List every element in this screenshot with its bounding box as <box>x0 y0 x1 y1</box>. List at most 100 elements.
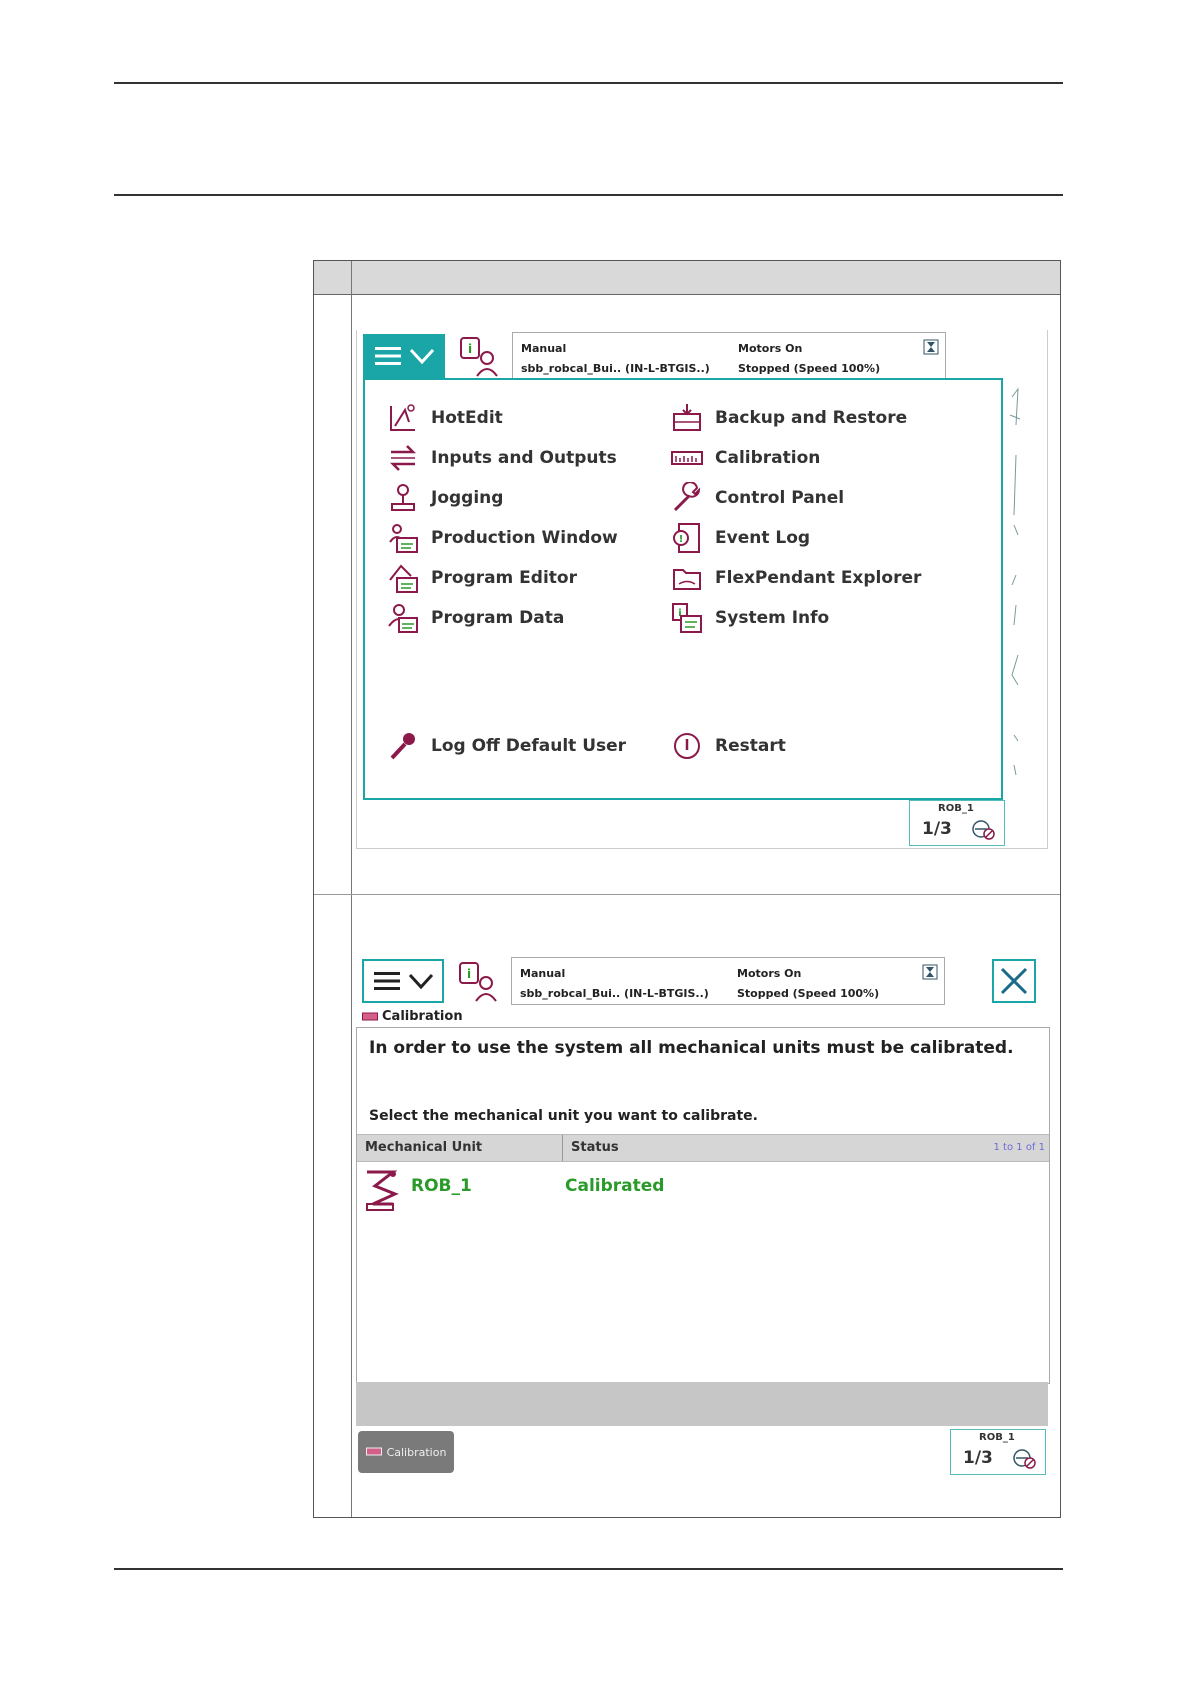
power-icon <box>674 733 700 759</box>
restart-button[interactable]: Restart <box>671 726 786 766</box>
menu-item-control-panel[interactable]: Control Panel <box>671 478 844 518</box>
program-data-icon <box>388 604 418 633</box>
footer-rule <box>114 1568 1063 1570</box>
hamburger-icon <box>374 972 400 990</box>
motors-state: Motors On <box>738 342 803 355</box>
menu-item-event-log[interactable]: ! Event Log <box>671 518 810 558</box>
menu-item-flexpendant-explorer[interactable]: FlexPendant Explorer <box>671 558 921 598</box>
wrench-icon <box>673 482 701 512</box>
header-rule-bottom <box>114 194 1063 196</box>
table-column-divider <box>351 261 352 1517</box>
main-menu-button[interactable] <box>363 334 445 378</box>
program-editor-icon <box>389 564 418 593</box>
close-icon <box>1000 967 1028 995</box>
chevron-down-icon <box>409 348 435 365</box>
log-off-button[interactable]: Log Off Default User <box>387 726 626 766</box>
hamburger-icon <box>375 347 401 365</box>
taskbar-label: Calibration <box>386 1445 447 1459</box>
menu-item-backup-restore[interactable]: Backup and Restore <box>671 398 907 438</box>
run-mode-icon <box>1013 1449 1036 1469</box>
main-menu-panel: HotEdit Inputs and Outputs Jogging Produ… <box>363 378 1003 800</box>
calibration-icon <box>362 1012 378 1020</box>
program-state: Stopped (Speed 100%) <box>737 987 880 1000</box>
system-name: sbb_robcal_Bui.. (IN-L-BTGIS..) <box>520 987 709 1000</box>
calibration-icon <box>365 1447 382 1456</box>
menu-item-inputs-outputs[interactable]: Inputs and Outputs <box>387 438 617 478</box>
header-rule-top <box>114 82 1063 84</box>
menu-item-label: Control Panel <box>715 488 845 508</box>
menu-item-production-window[interactable]: Production Window <box>387 518 618 558</box>
mechanical-unit-indicator[interactable]: ROB_1 1/3 <box>909 800 1005 846</box>
menu-item-hotedit[interactable]: HotEdit <box>387 398 503 438</box>
menu-item-label: Program Data <box>431 608 565 628</box>
command-bar <box>356 1382 1048 1426</box>
menu-item-label: Jogging <box>431 488 504 508</box>
key-icon <box>390 733 415 760</box>
motors-state: Motors On <box>737 967 802 980</box>
menu-item-program-editor[interactable]: Program Editor <box>387 558 577 598</box>
row-count: 1 to 1 of 1 <box>993 1142 1045 1153</box>
menu-item-label: Program Editor <box>431 568 577 588</box>
hourglass-icon <box>923 339 939 355</box>
table-row-divider <box>314 894 1060 895</box>
svg-text:i: i <box>467 967 471 981</box>
folder-icon <box>673 569 701 590</box>
menu-item-label: System Info <box>715 608 830 628</box>
window-title: Calibration <box>362 1009 463 1024</box>
svg-text:i: i <box>468 342 472 356</box>
row-status: Calibrated <box>565 1176 665 1196</box>
row-unit-name: ROB_1 <box>411 1176 472 1196</box>
menu-item-program-data[interactable]: Program Data <box>387 598 564 638</box>
robot-icon <box>366 1170 399 1211</box>
menu-item-system-info[interactable]: i System Info <box>671 598 829 638</box>
increment-fraction: 1/3 <box>963 1448 993 1468</box>
event-log-icon: ! <box>673 523 700 553</box>
increment-fraction: 1/3 <box>922 819 952 839</box>
svg-text:!: ! <box>679 534 684 545</box>
main-menu-button[interactable] <box>362 959 444 1003</box>
calibration-instruction: Select the mechanical unit you want to c… <box>369 1108 758 1124</box>
taskbar-calibration-button[interactable]: Calibration <box>358 1431 454 1473</box>
hourglass-icon <box>922 964 938 980</box>
table-row[interactable]: ROB_1 Calibrated <box>363 1166 1043 1212</box>
window-title-label: Calibration <box>382 1009 463 1024</box>
arrows-exchange-icon <box>389 445 417 471</box>
column-divider <box>562 1135 563 1161</box>
operator-window-button[interactable]: i <box>456 959 504 1003</box>
program-state: Stopped (Speed 100%) <box>738 362 881 375</box>
log-off-label: Log Off Default User <box>431 736 627 756</box>
joystick-icon <box>391 484 415 511</box>
close-button[interactable] <box>992 959 1036 1003</box>
status-bar: Manual sbb_robcal_Bui.. (IN-L-BTGIS..) M… <box>511 957 945 1005</box>
menu-item-label: Production Window <box>431 528 618 548</box>
menu-item-jogging[interactable]: Jogging <box>387 478 503 518</box>
operator-info-icon: i <box>460 337 498 377</box>
status-bar: Manual sbb_robcal_Bui.. (IN-L-BTGIS..) M… <box>512 332 946 380</box>
system-name: sbb_robcal_Bui.. (IN-L-BTGIS..) <box>521 362 710 375</box>
menu-item-calibration[interactable]: Calibration <box>671 438 820 478</box>
calibration-icon <box>671 451 703 465</box>
menu-item-label: Inputs and Outputs <box>431 448 617 468</box>
restart-label: Restart <box>715 736 786 756</box>
operator-window-button[interactable]: i <box>457 334 505 378</box>
top-bar: i Manual sbb_robcal_Bui.. (IN-L-BTGIS..)… <box>357 330 1047 380</box>
flexpendant-main-menu-screenshot: i Manual sbb_robcal_Bui.. (IN-L-BTGIS..)… <box>356 330 1048 849</box>
operating-mode: Manual <box>520 967 566 980</box>
operator-info-icon: i <box>459 962 497 1002</box>
menu-item-label: HotEdit <box>431 408 503 428</box>
unit-label: ROB_1 <box>979 1432 1015 1443</box>
calibration-message: In order to use the system all mechanica… <box>369 1038 1014 1058</box>
production-window-icon <box>389 524 418 553</box>
backup-restore-icon <box>673 404 701 431</box>
mechanical-unit-indicator[interactable]: ROB_1 1/3 <box>950 1429 1046 1475</box>
operating-mode: Manual <box>521 342 567 355</box>
system-info-icon: i <box>672 603 702 633</box>
background-program-hints <box>1009 387 1021 776</box>
menu-item-label: Calibration <box>715 448 821 468</box>
column-header-unit: Mechanical Unit <box>365 1140 483 1155</box>
unit-grid-header: Mechanical Unit Status 1 to 1 of 1 <box>357 1134 1049 1162</box>
hotedit-icon <box>390 404 415 431</box>
column-header-status: Status <box>571 1140 619 1155</box>
run-mode-icon <box>972 820 995 840</box>
top-bar: i Manual sbb_robcal_Bui.. (IN-L-BTGIS..)… <box>356 955 1048 1005</box>
